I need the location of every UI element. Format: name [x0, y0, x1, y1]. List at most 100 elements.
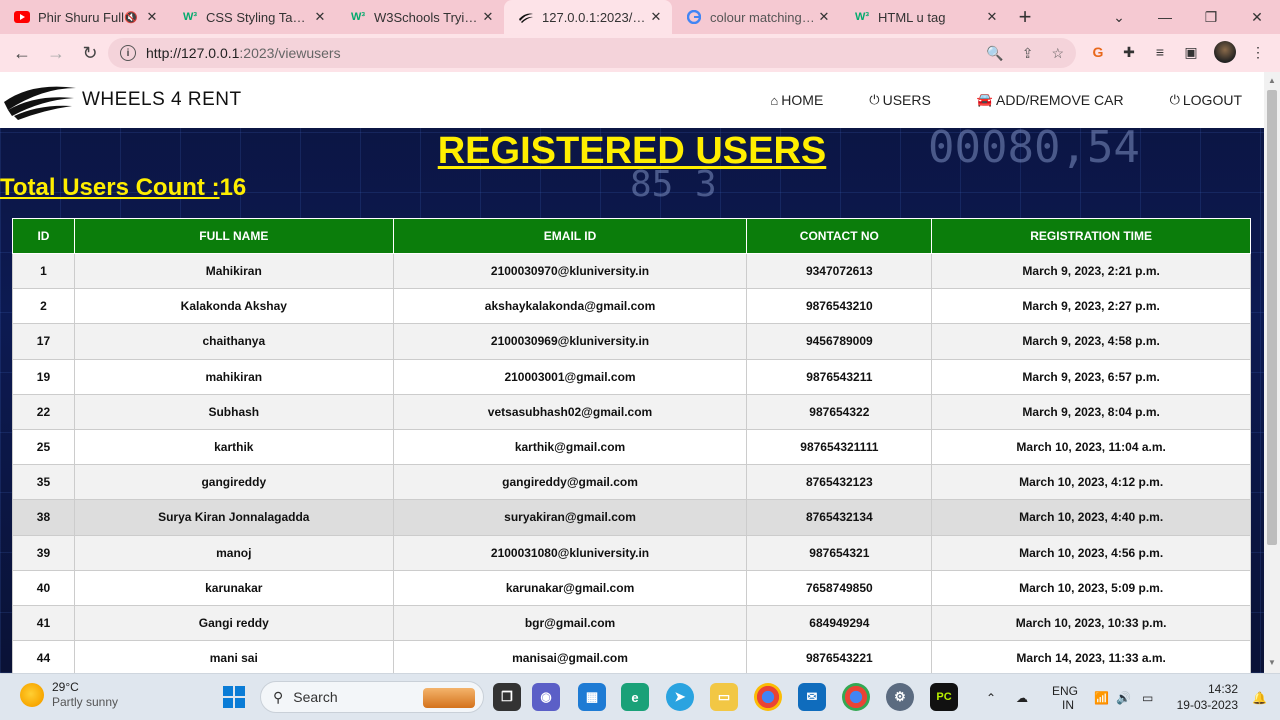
cell-contact: 8765432123 — [746, 464, 933, 501]
forward-icon[interactable]: → — [40, 37, 72, 69]
cell-full-name: Gangi reddy — [73, 604, 394, 642]
tray-overflow-icon[interactable]: ⌃ — [986, 674, 996, 720]
volume-icon[interactable]: 🔊 — [1116, 674, 1131, 720]
table-header-row: ID FULL NAME EMAIL ID CONTACT NO REGISTR… — [12, 218, 1251, 254]
chrome-icon[interactable] — [754, 683, 782, 711]
teams-chat-icon[interactable]: ◉ — [532, 683, 560, 711]
menu-kebab-icon[interactable]: ⋮ — [1243, 37, 1273, 67]
edge-icon[interactable]: e — [621, 683, 649, 711]
microsoft-store-icon[interactable]: ▦ — [578, 683, 606, 711]
nav-home[interactable]: ⌂ HOME — [770, 92, 823, 108]
reload-icon[interactable]: ↻ — [74, 37, 106, 69]
zoom-icon[interactable]: 🔍 — [986, 45, 1003, 62]
cell-id: 1 — [12, 252, 75, 290]
wifi-icon[interactable]: 📶 — [1094, 674, 1109, 720]
windows-start-icon[interactable] — [220, 683, 248, 711]
windows-taskbar: 29°C Partly sunny ⚲ Search ❐ ◉ ▦ e ➤ ▭ ✉ ⚙… — [0, 673, 1280, 720]
cell-id: 44 — [12, 640, 75, 673]
nav-add-remove-car[interactable]: 🚘 ADD/REMOVE CAR — [977, 92, 1124, 108]
maximize-button[interactable]: ❐ — [1188, 0, 1234, 34]
cell-contact: 9456789009 — [746, 323, 933, 360]
power-icon: ⏻ — [869, 92, 880, 107]
cell-registration-time: March 9, 2023, 2:21 p.m. — [931, 252, 1251, 290]
battery-icon[interactable]: ▭ — [1142, 674, 1153, 720]
close-icon[interactable]: ✕ — [984, 9, 1000, 25]
language-indicator[interactable]: ENG IN — [1052, 674, 1078, 720]
new-tab-button[interactable]: + — [1008, 0, 1042, 34]
extensions-puzzle-icon[interactable]: ✚ — [1114, 37, 1144, 67]
close-icon[interactable]: ✕ — [816, 9, 832, 25]
tab-title: CSS Styling Tables — [206, 9, 312, 25]
minimize-button[interactable]: — — [1142, 0, 1188, 34]
speaker-muted-icon[interactable]: 🔇 — [124, 11, 138, 24]
tab-tryit[interactable]: W³ W3Schools Tryit Ed ✕ — [336, 0, 504, 34]
page-title-text: REGISTERED USERS — [437, 130, 827, 172]
info-icon[interactable]: i — [120, 45, 136, 61]
tab-html-u[interactable]: W³ HTML u tag ✕ — [840, 0, 1008, 34]
scroll-down-icon[interactable]: ▼ — [1268, 658, 1276, 667]
close-icon[interactable]: ✕ — [648, 9, 664, 25]
total-users-count: Total Users Count :16 — [0, 174, 246, 202]
taskbar-search[interactable]: ⚲ Search — [260, 681, 484, 713]
tab-youtube[interactable]: Phir Shuru Full 🔇 ✕ — [0, 0, 168, 34]
page-scrollbar[interactable]: ▲ ▼ — [1264, 72, 1280, 673]
weather-desc: Partly sunny — [52, 695, 119, 709]
task-view-icon[interactable]: ❐ — [493, 683, 521, 711]
url-host: http://127.0.0.1 — [146, 45, 240, 61]
cell-email: 2100031080@kluniversity.in — [392, 534, 748, 571]
notification-bell-icon[interactable]: 🔔 — [1252, 674, 1267, 720]
url-path: :2023/viewusers — [239, 45, 341, 61]
grammarly-extension-icon[interactable]: G — [1083, 37, 1113, 67]
cell-email: 2100030969@kluniversity.in — [392, 323, 748, 360]
column-header-contact[interactable]: CONTACT NO — [746, 218, 933, 254]
side-panel-icon[interactable]: ▣ — [1176, 37, 1206, 67]
cell-contact: 684949294 — [746, 604, 933, 642]
telegram-icon[interactable]: ➤ — [666, 683, 694, 711]
mail-icon[interactable]: ✉ — [798, 683, 826, 711]
back-icon[interactable]: ← — [6, 37, 38, 69]
cell-contact: 987654322 — [746, 393, 933, 430]
cell-email: 2100030970@kluniversity.in — [392, 252, 748, 290]
cell-contact: 987654321 — [746, 534, 933, 571]
share-icon[interactable]: ⇪ — [1022, 45, 1034, 62]
cell-id: 38 — [12, 499, 75, 536]
settings-gear-icon[interactable]: ⚙ — [886, 683, 914, 711]
cell-full-name: Surya Kiran Jonnalagadda — [73, 499, 394, 536]
close-window-button[interactable]: ✕ — [1234, 0, 1280, 34]
clock[interactable]: 14:32 19-03-2023 — [1177, 681, 1238, 713]
pycharm-icon[interactable]: PC — [930, 683, 958, 711]
file-explorer-icon[interactable]: ▭ — [710, 683, 738, 711]
site-logo[interactable]: WHEELS 4 RENT — [0, 72, 242, 128]
scrollbar-thumb[interactable] — [1267, 90, 1277, 545]
column-header-full-name[interactable]: FULL NAME — [73, 218, 394, 254]
cell-full-name: gangireddy — [73, 464, 394, 501]
tab-title: 127.0.0.1:2023/view — [542, 9, 648, 25]
close-icon[interactable]: ✕ — [312, 9, 328, 25]
tab-google[interactable]: colour matching or ✕ — [672, 0, 840, 34]
scroll-up-icon[interactable]: ▲ — [1268, 76, 1276, 85]
nav-users[interactable]: ⏻ USERS — [869, 92, 931, 108]
cell-full-name: mahikiran — [73, 358, 394, 395]
column-header-email[interactable]: EMAIL ID — [392, 218, 748, 254]
close-icon[interactable]: ✕ — [144, 9, 160, 25]
search-placeholder: Search — [293, 689, 338, 705]
onedrive-cloud-icon[interactable]: ☁ — [1016, 674, 1028, 720]
tab-search-icon[interactable]: ⌄ — [1096, 0, 1142, 34]
cell-contact: 9876543210 — [746, 288, 933, 325]
profile-avatar[interactable] — [1210, 37, 1240, 67]
bookmark-star-icon[interactable]: ☆ — [1051, 45, 1064, 62]
cell-registration-time: March 10, 2023, 4:12 p.m. — [931, 464, 1251, 501]
nav-logout[interactable]: ⏻ LOGOUT — [1170, 92, 1242, 108]
weather-widget[interactable]: 29°C Partly sunny — [20, 680, 118, 710]
address-bar[interactable]: i http://127.0.0.1:2023/viewusers 🔍 ⇪ ☆ — [108, 38, 1076, 68]
close-icon[interactable]: ✕ — [480, 9, 496, 25]
tab-title: Phir Shuru Full — [38, 9, 124, 25]
column-header-id[interactable]: ID — [12, 218, 75, 254]
tab-css-tables[interactable]: W³ CSS Styling Tables ✕ — [168, 0, 336, 34]
cell-registration-time: March 10, 2023, 10:33 p.m. — [931, 604, 1251, 642]
tab-viewusers[interactable]: 127.0.0.1:2023/view ✕ — [504, 0, 672, 34]
cell-email: gangireddy@gmail.com — [392, 464, 748, 501]
chrome-profile-icon[interactable] — [842, 683, 870, 711]
media-control-icon[interactable]: ≡ — [1145, 37, 1175, 67]
column-header-registration-time[interactable]: REGISTRATION TIME — [931, 218, 1251, 254]
